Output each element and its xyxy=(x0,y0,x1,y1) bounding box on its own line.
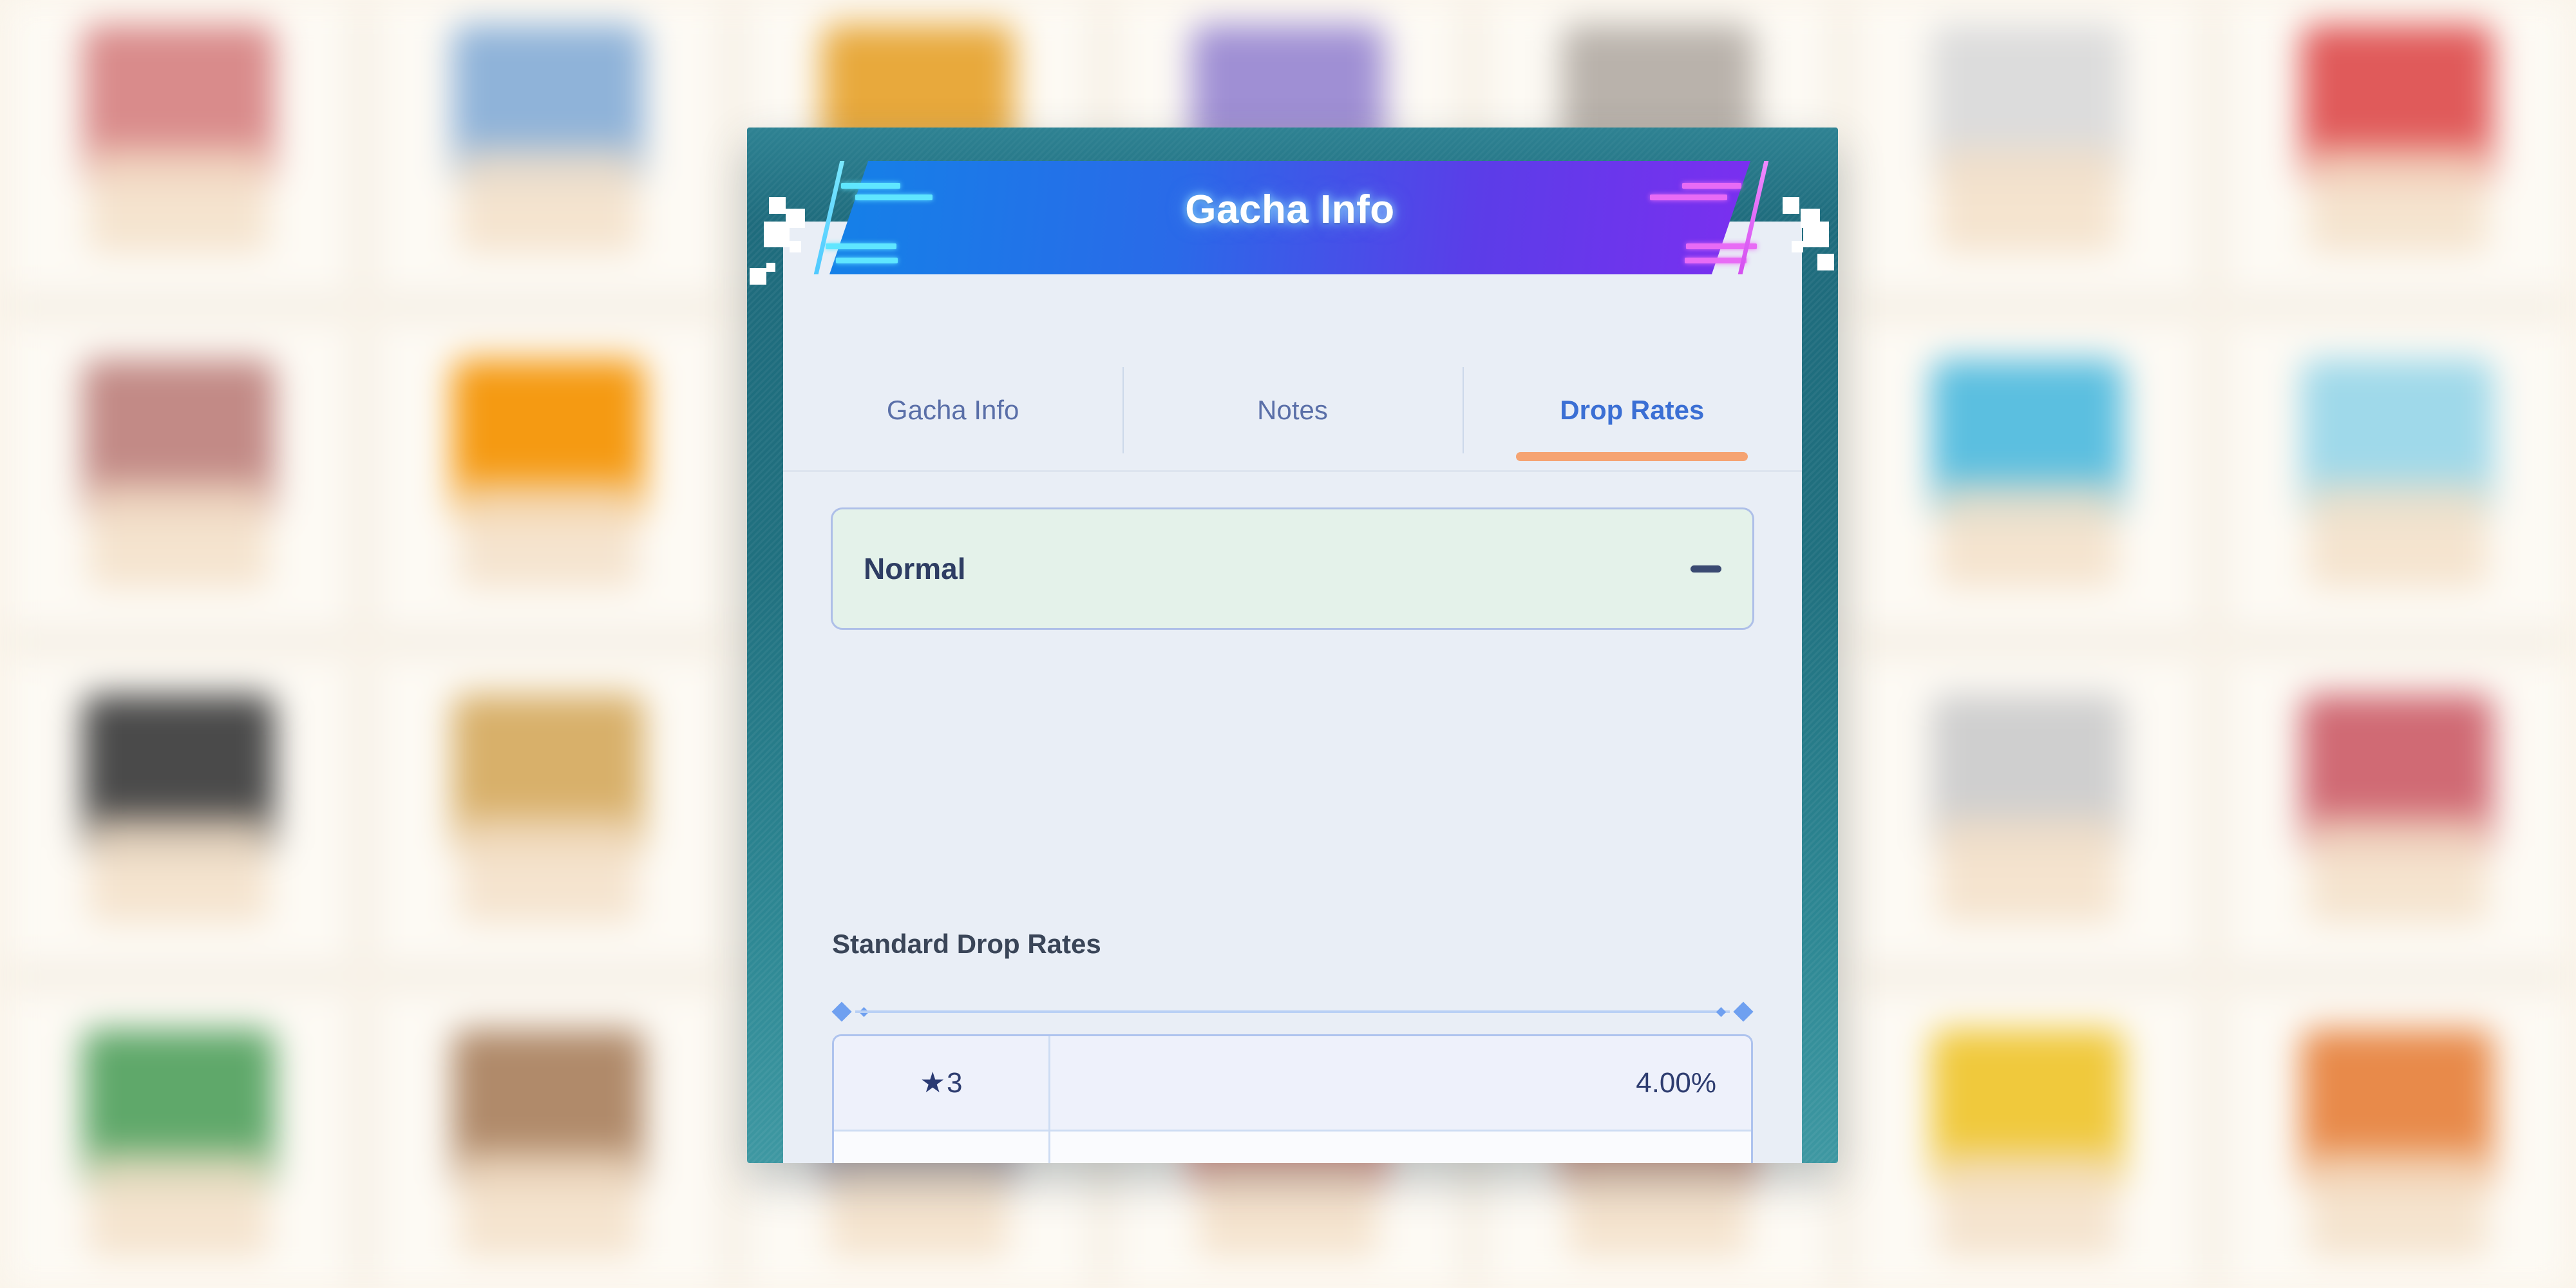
rarity-cell: ★ 3 xyxy=(834,1036,1050,1130)
background-item-card xyxy=(6,992,351,1288)
tab-label: Notes xyxy=(1257,395,1328,425)
rate-cell: 30.00% xyxy=(1050,1132,1751,1164)
decorative-divider xyxy=(831,1001,1754,1022)
background-item-card xyxy=(376,992,721,1288)
glitch-pixel-icon xyxy=(1783,197,1799,214)
tab-gacha-info[interactable]: Gacha Info xyxy=(783,350,1122,470)
background-item-card xyxy=(6,657,351,966)
accordion-label: Normal xyxy=(864,552,966,585)
background-item-card xyxy=(1855,0,2200,296)
background-item-card xyxy=(1855,322,2200,631)
rarity-cell: ★2 xyxy=(834,1132,1050,1163)
active-tab-underline xyxy=(1516,452,1748,461)
glitch-pixel-icon xyxy=(750,268,766,285)
gacha-info-modal: Gacha Info Notes Drop Rates Normal Stand… xyxy=(747,128,1838,1163)
background-item-card xyxy=(376,0,721,296)
modal-content-panel: Gacha Info Notes Drop Rates Normal Stand… xyxy=(783,222,1802,1163)
star-icon: ★ xyxy=(920,1162,945,1163)
background-item-card xyxy=(2225,0,2570,296)
diamond-right-small-icon xyxy=(1716,1007,1727,1018)
glitch-pixel-icon xyxy=(1803,222,1829,247)
background-item-card xyxy=(376,322,721,631)
glitch-pixel-icon xyxy=(766,263,775,272)
tab-label: Drop Rates xyxy=(1560,395,1705,425)
drop-rates-table: ★3 4.00% ★2 30.00% ★1 66.00% xyxy=(832,1034,1753,1163)
tab-bar: Gacha Info Notes Drop Rates xyxy=(783,350,1802,470)
background-item-card xyxy=(2225,322,2570,631)
tab-notes[interactable]: Notes xyxy=(1122,350,1462,470)
tab-drop-rates[interactable]: Drop Rates xyxy=(1462,350,1802,470)
table-row: ★2 30.00% xyxy=(834,1132,1751,1163)
background-item-card xyxy=(1855,657,2200,966)
glitch-pixel-icon xyxy=(769,197,786,214)
glitch-pixel-icon xyxy=(1817,254,1834,270)
rate-cell: 4.00% xyxy=(1636,1066,1716,1099)
glitch-pixel-icon xyxy=(764,222,790,247)
background-item-card xyxy=(2225,992,2570,1288)
background-item-card xyxy=(6,322,351,631)
glitch-pixel-icon xyxy=(790,241,801,252)
divider-line xyxy=(855,1010,1730,1013)
accordion-normal[interactable]: Normal xyxy=(831,507,1754,630)
glitch-pixel-icon xyxy=(1792,241,1803,252)
table-row: ★ 3 4.00% xyxy=(834,1036,1751,1132)
minus-icon[interactable] xyxy=(1690,565,1721,573)
rarity-value: 2 xyxy=(947,1162,962,1164)
modal-frame-top-glow xyxy=(747,128,1838,224)
rarity-value: 3 xyxy=(946,1066,963,1099)
background-item-card xyxy=(376,657,721,966)
background-item-card xyxy=(2225,657,2570,966)
tab-bar-divider xyxy=(783,470,1802,472)
tab-label: Gacha Info xyxy=(886,395,1019,425)
section-title: Standard Drop Rates xyxy=(832,929,1101,959)
diamond-left-large-icon xyxy=(831,1001,852,1022)
star-icon: ★ xyxy=(920,1067,945,1099)
diamond-right-large-icon xyxy=(1733,1001,1754,1022)
background-item-card xyxy=(6,0,351,296)
background-item-card xyxy=(1855,992,2200,1288)
